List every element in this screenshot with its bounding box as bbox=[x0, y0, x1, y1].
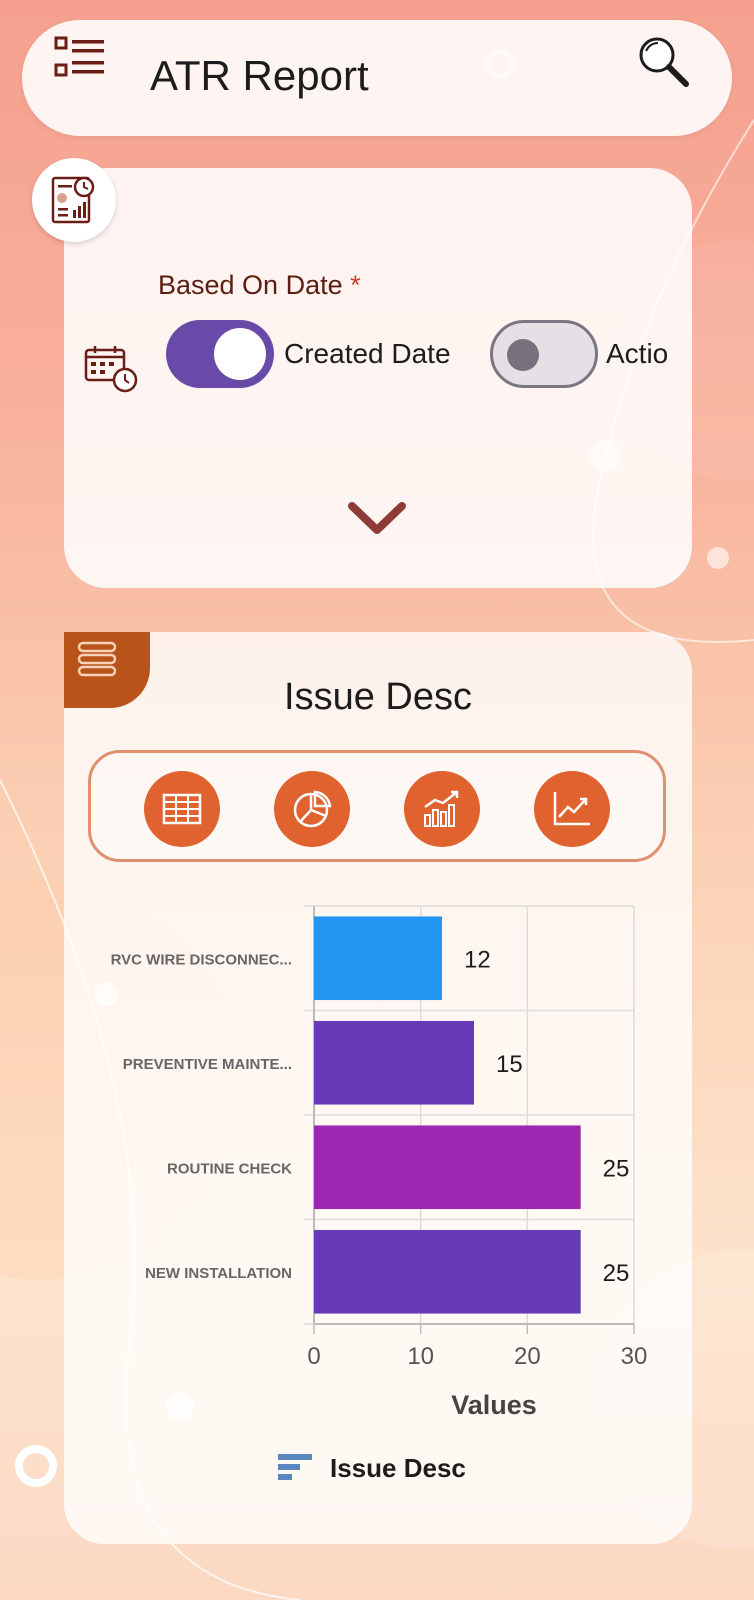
y-tick-label: RVC WIRE DISCONNEC... bbox=[111, 951, 292, 968]
legend-bar-icon bbox=[278, 1454, 312, 1480]
created-date-toggle[interactable] bbox=[166, 320, 274, 388]
search-icon[interactable] bbox=[636, 34, 690, 88]
bar-value-label: 25 bbox=[603, 1155, 630, 1182]
x-tick-label: 10 bbox=[407, 1343, 434, 1370]
x-tick-label: 20 bbox=[514, 1343, 541, 1370]
bar bbox=[314, 1229, 581, 1314]
bar-chart-icon[interactable] bbox=[404, 771, 480, 847]
action-date-label: Action bbox=[606, 338, 670, 369]
toggle-knob bbox=[507, 339, 539, 371]
x-axis-label: Values bbox=[451, 1390, 537, 1420]
list-menu-icon[interactable] bbox=[54, 36, 106, 80]
toggle-knob bbox=[214, 328, 266, 380]
table-icon[interactable] bbox=[144, 771, 220, 847]
bar-value-label: 15 bbox=[496, 1051, 523, 1078]
action-date-toggle[interactable] bbox=[490, 320, 598, 388]
bar-value-label: 12 bbox=[464, 946, 491, 973]
chart-legend: Issue Desc bbox=[278, 1448, 466, 1488]
y-tick-label: NEW INSTALLATION bbox=[145, 1265, 292, 1282]
calendar-clock-icon bbox=[84, 344, 140, 396]
bar-chart: 0 10 20 30 12 RVC WIRE DISCONNEC... 15 PREVENTI… bbox=[111, 905, 648, 1420]
required-mark: * bbox=[350, 270, 361, 300]
app-header bbox=[22, 20, 732, 136]
line-chart-icon[interactable] bbox=[534, 771, 610, 847]
x-tick-label: 0 bbox=[307, 1343, 320, 1370]
pie-chart-icon[interactable] bbox=[274, 771, 350, 847]
bar bbox=[314, 1125, 581, 1210]
x-tick-label: 30 bbox=[621, 1343, 648, 1370]
chevron-down-icon[interactable] bbox=[346, 500, 408, 536]
page-title: ATR Report bbox=[150, 52, 369, 99]
bar bbox=[314, 916, 442, 1001]
bar-value-label: 25 bbox=[603, 1260, 630, 1287]
y-tick-label: PREVENTIVE MAINTE... bbox=[123, 1056, 292, 1073]
chart-title: Issue Desc bbox=[284, 676, 472, 718]
legend-label: Issue Desc bbox=[330, 1452, 466, 1483]
bar bbox=[314, 1020, 474, 1105]
report-icon bbox=[32, 158, 116, 242]
y-tick-label: ROUTINE CHECK bbox=[167, 1160, 292, 1177]
based-on-date-label: Based On Date * bbox=[158, 270, 361, 300]
created-date-label: Created Date bbox=[284, 338, 451, 369]
